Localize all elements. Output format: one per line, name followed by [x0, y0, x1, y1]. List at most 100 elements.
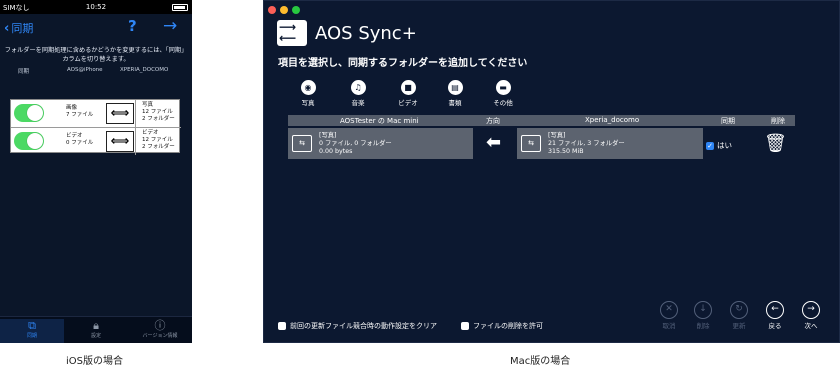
- next-button[interactable]: → 次へ: [798, 301, 824, 330]
- mac-caption: Mac版の場合: [510, 356, 571, 367]
- right-folder-folders: 2 フォルダー: [142, 144, 175, 150]
- tab-bar: ⧉ 同期 🔒︎ 設定 ⓘ バージョン情報: [0, 316, 192, 343]
- arrow-right-icon: →: [802, 301, 820, 319]
- cancel-button[interactable]: ✕ 取消: [656, 301, 682, 330]
- header-direction: 方向: [486, 117, 500, 125]
- bidirectional-arrow-icon: ⟺: [110, 134, 130, 149]
- back-button-label: 戻る: [768, 322, 782, 330]
- left-arrow-icon[interactable]: ⬅: [486, 134, 501, 152]
- header-right-device: Xperia_docomo: [585, 116, 640, 124]
- sync-toggle[interactable]: [14, 132, 44, 150]
- nav-bar: ‹ 同期 ? →: [0, 14, 192, 42]
- folder-pair-icon: ⇆: [521, 135, 541, 152]
- category-other[interactable]: ▬ その他: [483, 80, 523, 107]
- right-folder-details: [写真] 21 ファイル, 3 フォルダー 315.50 MiB: [548, 132, 625, 156]
- right-folder-name: ビデオ: [142, 130, 159, 136]
- info-icon: ⓘ: [154, 319, 166, 332]
- refresh-button-label: 更新: [732, 322, 746, 330]
- category-photos[interactable]: ◉ 写真: [288, 80, 328, 107]
- tab-version[interactable]: ⓘ バージョン情報: [128, 319, 192, 339]
- category-documents-label: 書類: [448, 99, 462, 107]
- status-time: 10:52: [85, 3, 107, 11]
- sync-table: 画像 7 ファイル ⟺ 写真 12 ファイル 2 フォルダー ビデオ 0 ファイ…: [10, 99, 181, 155]
- sync-hint-text: フォルダーを同期処理に含めるかどうかを変更するには、「同期」カラムを切り替えます…: [4, 47, 188, 63]
- help-button[interactable]: ?: [128, 17, 137, 35]
- sync-toggle[interactable]: [14, 104, 44, 122]
- direction-button[interactable]: ⟺: [106, 131, 134, 152]
- right-folder-cell[interactable]: ビデオ 12 ファイル 2 フォルダー: [135, 128, 181, 155]
- trash-icon[interactable]: 🗑︎: [764, 133, 787, 154]
- column-target: XPERIA_DOCOMO: [120, 67, 169, 73]
- ios-screen: SIMなし 10:52 ‹ 同期 ? → フォルダーを同期処理に含めるかどうかを…: [0, 0, 192, 343]
- allow-delete-label: ファイルの削除を許可: [473, 322, 543, 330]
- status-bar: SIMなし 10:52: [0, 0, 192, 14]
- tab-sync[interactable]: ⧉ 同期: [0, 319, 64, 343]
- arrow-left-icon: ←: [766, 301, 784, 319]
- header-sync: 同期: [721, 117, 735, 125]
- close-icon: ✕: [660, 301, 678, 319]
- right-folder-folders: 2 フォルダー: [142, 116, 175, 122]
- left-folder-size: 0.00 bytes: [319, 148, 353, 155]
- checkbox-icon: [278, 322, 286, 330]
- header-left-device: AOSTester の Mac mini: [340, 117, 419, 125]
- music-note-icon: ♫: [350, 80, 366, 95]
- bidirectional-arrow-icon: ⟺: [110, 106, 130, 121]
- camera-icon: ◉: [300, 80, 316, 95]
- direction-button[interactable]: ⟺: [106, 103, 134, 124]
- left-folder-box[interactable]: ⇆ [写真] 0 ファイル, 0 フォルダー 0.00 bytes: [288, 128, 473, 159]
- back-button[interactable]: ← 戻る: [762, 301, 788, 330]
- left-folder-info: ビデオ 0 ファイル: [66, 133, 93, 147]
- tab-sync-label: 同期: [26, 333, 37, 339]
- column-device: AOS@iPhone: [67, 67, 103, 73]
- close-window-button[interactable]: [268, 6, 276, 14]
- left-folder-name: [写真]: [319, 132, 337, 139]
- left-folder-info: 画像 7 ファイル: [66, 105, 93, 119]
- column-sync: 同期: [18, 69, 30, 75]
- right-folder-name: 写真: [142, 102, 154, 108]
- allow-delete-option[interactable]: ファイルの削除を許可: [461, 321, 543, 331]
- left-folder-count: 7 ファイル: [66, 112, 94, 118]
- back-button-label: 同期: [11, 22, 34, 35]
- next-button[interactable]: →: [163, 16, 177, 36]
- folder-pair-icon: ⇆: [292, 135, 312, 152]
- chevron-left-icon: ‹: [4, 20, 10, 36]
- refresh-icon: ↻: [730, 301, 748, 319]
- right-folder-box[interactable]: ⇆ [写真] 21 ファイル, 3 フォルダー 315.50 MiB: [517, 128, 703, 159]
- zoom-window-button[interactable]: [292, 6, 300, 14]
- tab-settings-label: 設定: [90, 333, 101, 339]
- refresh-button[interactable]: ↻ 更新: [726, 301, 752, 330]
- right-folder-files: 12 ファイル: [142, 137, 173, 143]
- right-folder-info: 写真 12 ファイル 2 フォルダー: [142, 102, 175, 123]
- right-folder-cell[interactable]: 写真 12 ファイル 2 フォルダー: [135, 100, 181, 127]
- category-video-label: ビデオ: [398, 99, 418, 107]
- ios-caption: iOS版の場合: [66, 356, 123, 367]
- next-button-label: 次へ: [804, 322, 818, 330]
- category-other-label: その他: [493, 99, 513, 107]
- sync-logo-icon: ⟶ ⟵: [277, 20, 307, 46]
- right-folder-size: 315.50 MiB: [548, 148, 584, 155]
- checkbox-icon: [461, 322, 469, 330]
- table-row: 画像 7 ファイル ⟺ 写真 12 ファイル 2 フォルダー: [11, 100, 181, 127]
- battery-icon: [172, 4, 188, 11]
- tab-settings[interactable]: 🔒︎ 設定: [64, 319, 128, 339]
- checkmark-icon: ✓: [706, 141, 714, 150]
- category-music[interactable]: ♫ 音楽: [338, 80, 378, 107]
- page-subtitle: 項目を選択し、同期するフォルダーを追加してください: [278, 58, 528, 69]
- category-video[interactable]: ■ ビデオ: [388, 80, 428, 107]
- clear-conflict-setting-option[interactable]: 前回の更新ファイル競合時の動作設定をクリア: [278, 321, 437, 331]
- back-button[interactable]: ‹ 同期: [4, 20, 33, 36]
- table-row: ビデオ 0 ファイル ⟺ ビデオ 12 ファイル 2 フォルダー: [11, 127, 181, 155]
- arrow-down-icon: ↓: [694, 301, 712, 319]
- header-delete: 削除: [771, 117, 785, 125]
- left-folder-name: ビデオ: [66, 133, 83, 139]
- minimize-window-button[interactable]: [280, 6, 288, 14]
- table-header: AOSTester の Mac mini 方向 Xperia_docomo 同期…: [288, 115, 795, 126]
- delete-button[interactable]: ↓ 削除: [690, 301, 716, 330]
- left-folder-name: 画像: [66, 105, 78, 111]
- left-folder-details: [写真] 0 ファイル, 0 フォルダー 0.00 bytes: [319, 132, 392, 156]
- sync-checkbox[interactable]: ✓ はい: [706, 140, 732, 151]
- left-folder-summary: 0 ファイル, 0 フォルダー: [319, 140, 392, 147]
- video-camera-icon: ■: [400, 80, 416, 95]
- clear-conflict-setting-label: 前回の更新ファイル競合時の動作設定をクリア: [290, 322, 437, 330]
- category-documents[interactable]: ▤ 書類: [435, 80, 475, 107]
